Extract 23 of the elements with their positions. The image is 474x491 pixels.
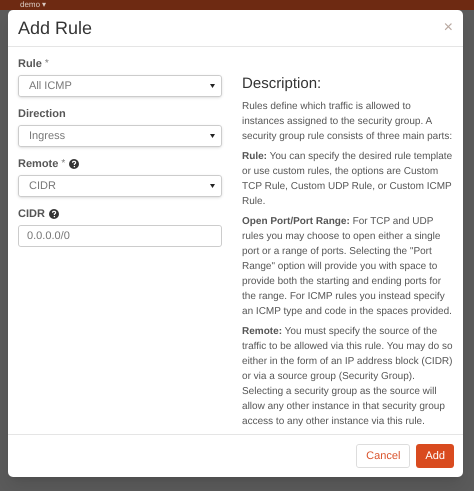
field-label: Rule: [18, 57, 42, 72]
modal-title: Add Rule: [18, 16, 92, 40]
select-field[interactable]: All ICMP: [18, 75, 222, 98]
input-field[interactable]: 0.0.0.0/0: [18, 225, 222, 248]
description-paragraph: Remote: You must specify the source of the traffic to be allowed via this rule. You may do so either in the form of an IP address block (CIDR) or via a source group (Security Group). Selecting a security group as the source will allow any other instance in that security group access to any other instance via this rule.: [242, 324, 453, 429]
description-paragraph: Rule: You can specify the desired rule template or use custom rules, the options are Custom TCP Rule, Custom UDP Rule, or Custom ICMP Rule.: [242, 150, 453, 209]
project-menu[interactable]: demo ▾: [20, 1, 46, 9]
description-heading: Description:: [242, 74, 322, 94]
add-button[interactable]: Add: [416, 444, 454, 468]
caret-icon: [210, 184, 216, 188]
description-paragraph: Open Port/Port Range: For TCP and UDP rules you may choose to open either a single port or a range of ports. Selecting the "Port Range" option will provide you with space to provide both the starting and ending ports for the range. For ICMP rules you instead specify an ICMP type and code in the spaces provided.: [242, 214, 453, 319]
close-button[interactable]: ×: [444, 20, 453, 36]
cancel-button[interactable]: Cancel: [356, 444, 410, 468]
field-label: CIDR: [18, 207, 45, 222]
field-label: Direction: [18, 107, 66, 122]
required-mark: *: [61, 159, 66, 170]
select-field[interactable]: Ingress: [18, 125, 222, 148]
caret-icon: [210, 134, 216, 138]
caret-icon: [210, 84, 216, 88]
required-mark: *: [44, 59, 49, 70]
select-field[interactable]: CIDR: [18, 175, 222, 198]
description-paragraph: Rules define which traffic is allowed to instances assigned to the security group. A security group rule consists of three main parts:: [242, 100, 453, 144]
field-label: Remote: [18, 157, 58, 172]
